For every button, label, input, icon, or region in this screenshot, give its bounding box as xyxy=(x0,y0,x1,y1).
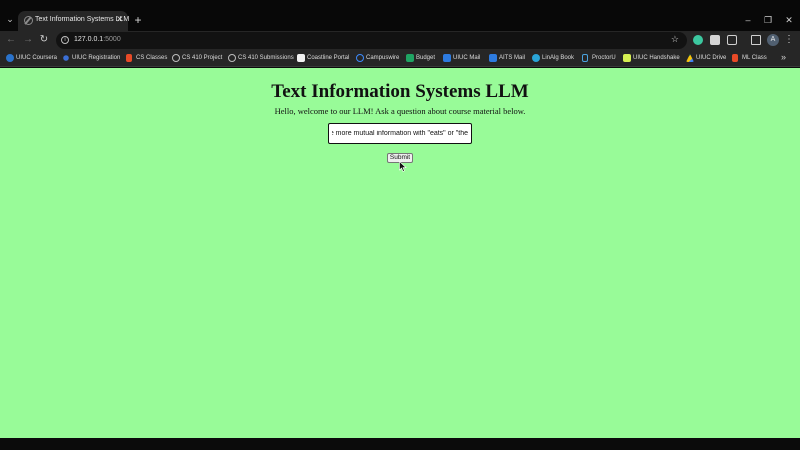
globe-icon xyxy=(172,54,180,62)
site-info-icon[interactable]: i xyxy=(61,36,69,44)
browser-toolbar: ← → ↻ i 127.0.0.1:5000 ☆ A ⋮ xyxy=(0,31,800,50)
question-input[interactable] xyxy=(328,123,472,144)
url-text: 127.0.0.1:5000 xyxy=(74,36,121,43)
globe-icon xyxy=(228,54,236,62)
registration-icon xyxy=(63,55,69,61)
address-bar[interactable]: i 127.0.0.1:5000 ☆ xyxy=(56,32,687,49)
page-icon xyxy=(297,54,305,62)
mouse-cursor-icon xyxy=(399,161,407,172)
url-host: 127.0.0.1 xyxy=(74,36,104,43)
back-button[interactable]: ← xyxy=(4,33,18,47)
book-icon xyxy=(532,54,540,62)
url-port: :5000 xyxy=(103,36,121,43)
illinois-icon xyxy=(732,54,738,62)
page-viewport: Text Information Systems LLM Hello, welc… xyxy=(0,68,800,438)
tab-favicon-icon xyxy=(24,16,33,25)
handshake-icon xyxy=(623,54,631,62)
restore-button[interactable]: ❐ xyxy=(761,13,775,27)
drive-icon xyxy=(686,54,694,62)
reload-button[interactable]: ↻ xyxy=(37,33,51,47)
page-title: Text Information Systems LLM xyxy=(271,81,529,102)
profile-avatar[interactable]: A xyxy=(767,34,779,46)
new-tab-button[interactable]: + xyxy=(132,13,144,27)
bookmarks-overflow-icon[interactable]: » xyxy=(781,52,786,62)
outlook-icon xyxy=(443,54,451,62)
minimize-button[interactable]: – xyxy=(741,13,755,27)
extension-tool-icon[interactable] xyxy=(710,35,720,45)
bookmarks-bar: UIUC Coursera UIUC Registration CS Class… xyxy=(0,50,800,67)
bottom-frame xyxy=(0,438,800,450)
side-panel-icon[interactable] xyxy=(751,35,761,45)
extensions-puzzle-icon[interactable] xyxy=(727,35,737,45)
campuswire-icon xyxy=(356,54,364,62)
extension-green-icon[interactable] xyxy=(693,35,703,45)
browser-menu-icon[interactable]: ⋮ xyxy=(784,33,794,47)
tab-close-icon[interactable]: ✕ xyxy=(116,14,124,25)
coursera-icon xyxy=(6,54,14,62)
sheets-icon xyxy=(406,54,414,62)
forward-button[interactable]: → xyxy=(21,33,35,47)
tab-active[interactable]: Text Information Systems LLM ✕ xyxy=(18,11,129,31)
welcome-message: Hello, welcome to our LLM! Ask a questio… xyxy=(274,106,526,116)
illinois-icon xyxy=(126,54,132,62)
close-window-button[interactable]: ✕ xyxy=(782,13,796,27)
outlook-icon xyxy=(489,54,497,62)
proctoru-icon xyxy=(582,54,588,62)
bookmark-star-icon[interactable]: ☆ xyxy=(671,34,679,45)
tab-strip: ⌄ Text Information Systems LLM ✕ + – ❐ ✕ xyxy=(0,0,800,31)
tab-search-chevron-icon[interactable]: ⌄ xyxy=(4,12,16,26)
